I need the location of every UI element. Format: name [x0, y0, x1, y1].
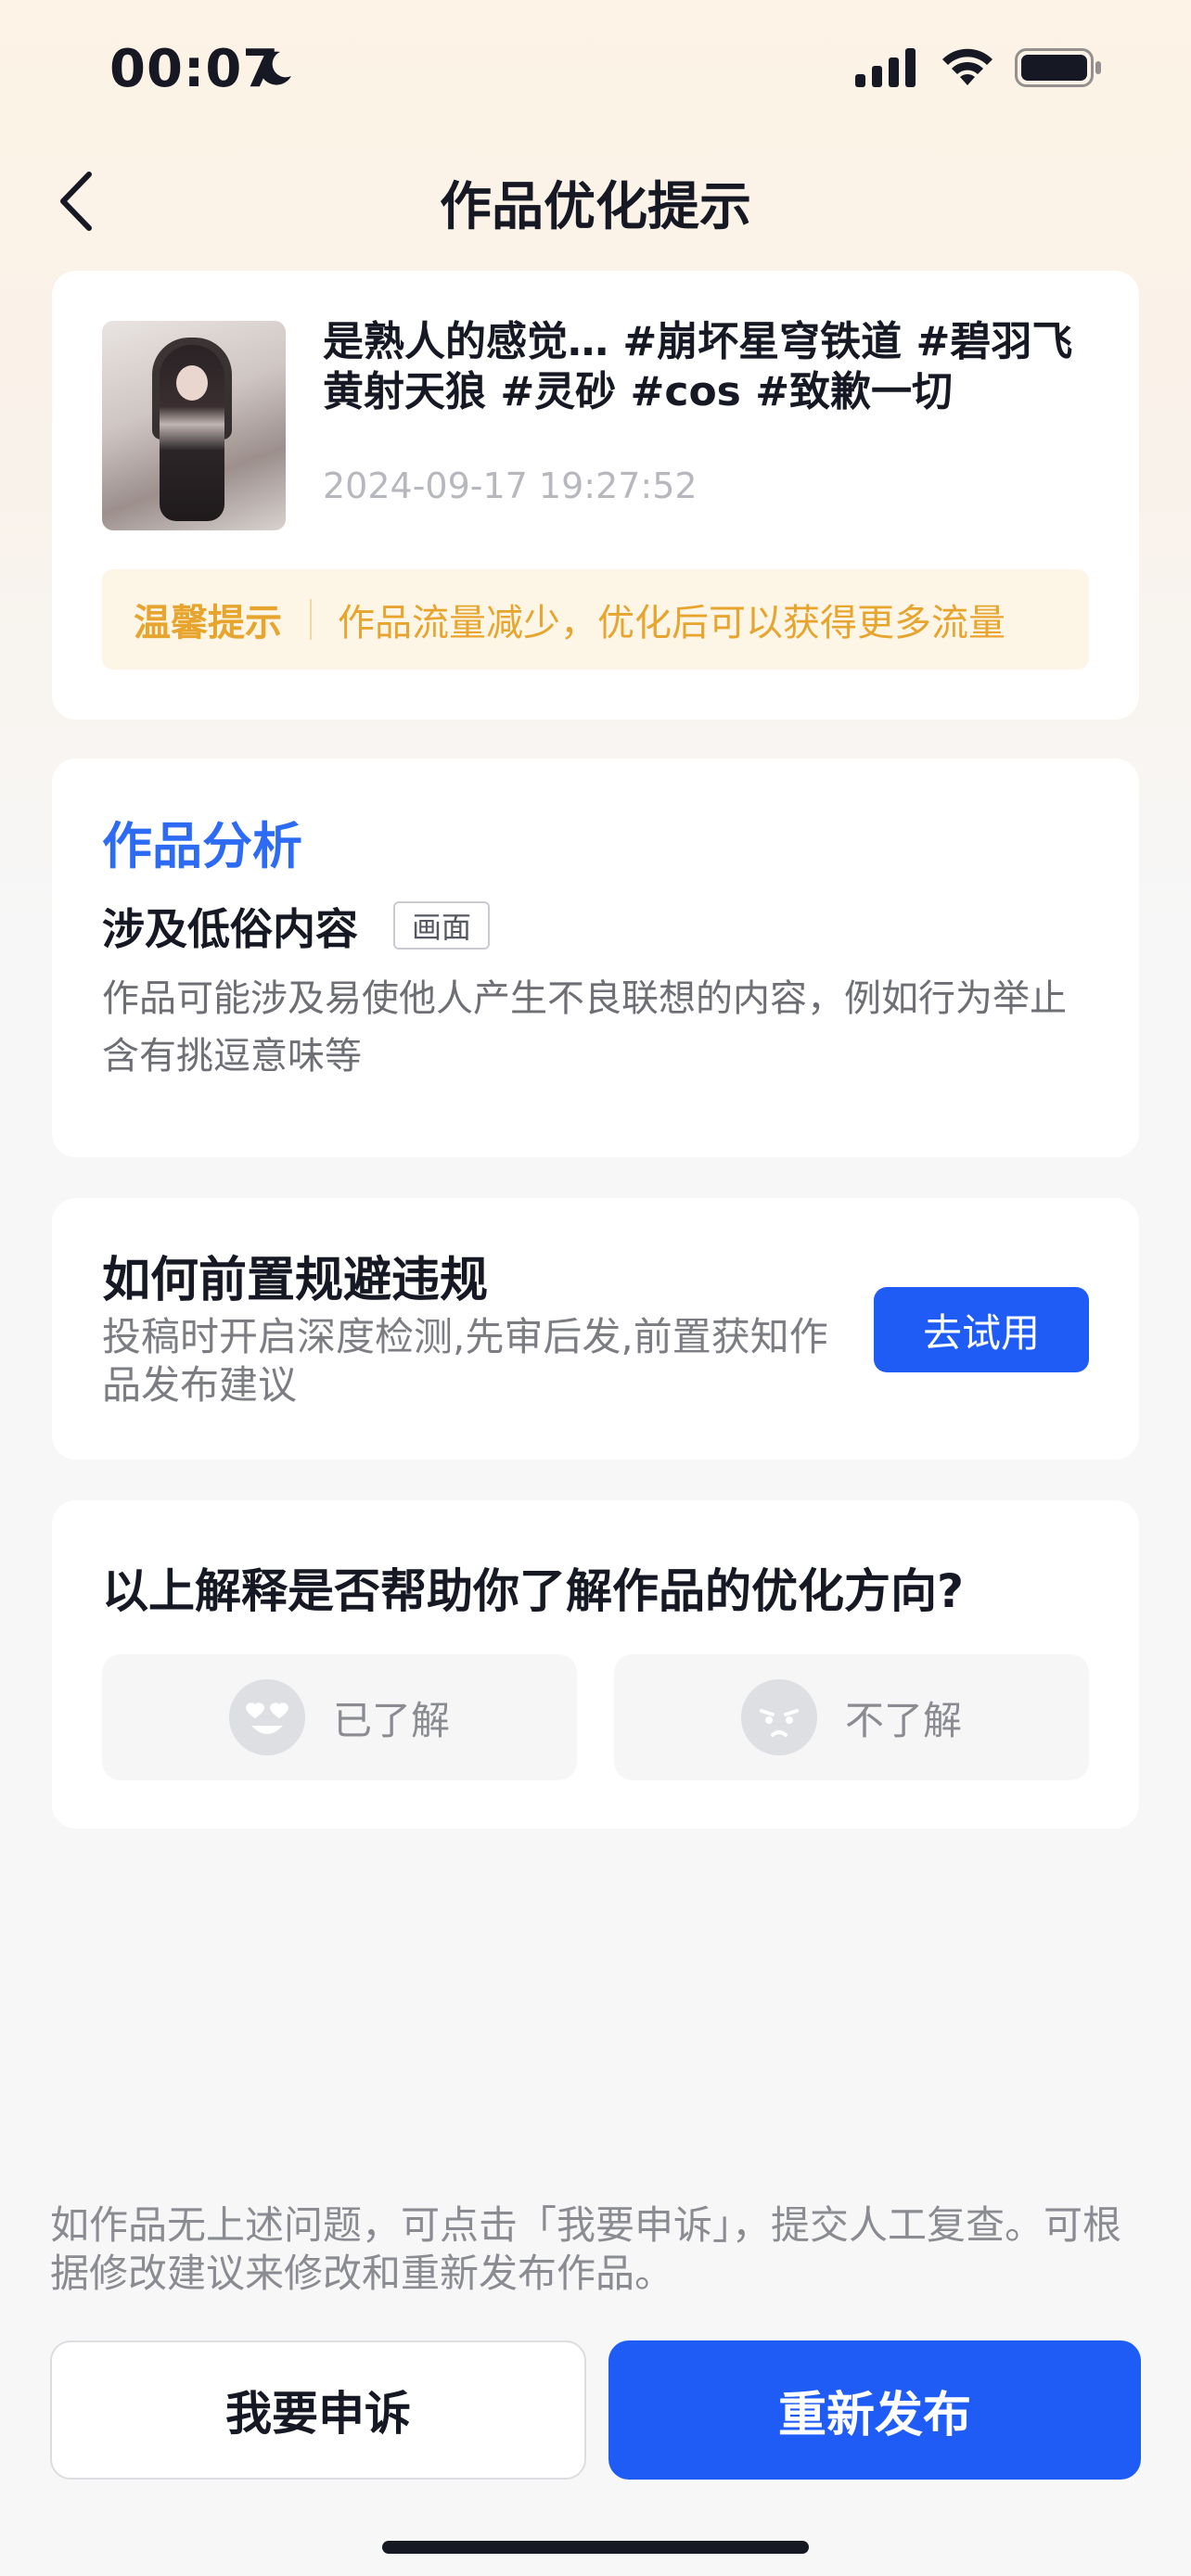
- feedback-question: 以上解释是否帮助你了解作品的优化方向?: [102, 1564, 965, 1618]
- page-title: 作品优化提示: [440, 177, 751, 237]
- tip-text: 作品流量减少，优化后可以获得更多流量: [338, 602, 1005, 644]
- work-title: 是熟人的感觉… #崩坏星穹铁道 #碧羽飞黄射天狼 #灵砂 #cos #致歉一切: [323, 318, 1073, 415]
- issue-title: 涉及低俗内容: [102, 904, 358, 954]
- understood-button[interactable]: 已了解: [102, 1654, 577, 1780]
- prevent-card: 如何前置规避违规 投稿时开启深度检测,先审后发,前置获知作品发布建议 去试用: [52, 1198, 1139, 1460]
- prevent-description: 投稿时开启深度检测,先审后发,前置获知作品发布建议: [102, 1314, 828, 1408]
- understood-label: 已了解: [332, 1697, 450, 1743]
- work-thumbnail[interactable]: [102, 321, 286, 530]
- battery-icon: [1015, 48, 1101, 87]
- status-bar: 00:07: [0, 0, 1191, 139]
- moon-icon: [260, 51, 291, 85]
- analysis-title: 作品分析: [102, 817, 302, 875]
- issue-tag: 画面: [393, 901, 491, 950]
- feedback-card: 以上解释是否帮助你了解作品的优化方向? 已了解 不了解: [52, 1500, 1139, 1829]
- heart-eyes-face-icon: [228, 1679, 305, 1755]
- tip-divider: [310, 599, 312, 640]
- analysis-card: 作品分析 涉及低俗内容 画面 作品可能涉及易使他人产生不良联想的内容，例如行为举…: [52, 759, 1139, 1157]
- tip-banner: 温馨提示 作品流量减少，优化后可以获得更多流量: [102, 569, 1089, 670]
- work-card: 是熟人的感觉… #崩坏星穹铁道 #碧羽飞黄射天狼 #灵砂 #cos #致歉一切 …: [52, 271, 1139, 720]
- appeal-button[interactable]: 我要申诉: [50, 2340, 586, 2480]
- prevent-title: 如何前置规避违规: [102, 1253, 489, 1308]
- try-button[interactable]: 去试用: [874, 1287, 1089, 1372]
- tip-label: 温馨提示: [134, 602, 282, 644]
- not-understood-label: 不了解: [844, 1697, 962, 1743]
- sad-face-icon: [740, 1679, 817, 1755]
- republish-button[interactable]: 重新发布: [608, 2340, 1141, 2480]
- wifi-icon: [942, 48, 992, 85]
- not-understood-button[interactable]: 不了解: [614, 1654, 1089, 1780]
- work-date: 2024-09-17 19:27:52: [323, 465, 698, 506]
- home-indicator[interactable]: [382, 2541, 809, 2554]
- footer-note: 如作品无上述问题，可点击「我要申诉」，提交人工复查。可根据修改建议来修改和重新发…: [50, 2202, 1122, 2296]
- signal-icon: [855, 48, 916, 87]
- issue-description: 作品可能涉及易使他人产生不良联想的内容，例如行为举止含有挑逗意味等: [102, 977, 1067, 1078]
